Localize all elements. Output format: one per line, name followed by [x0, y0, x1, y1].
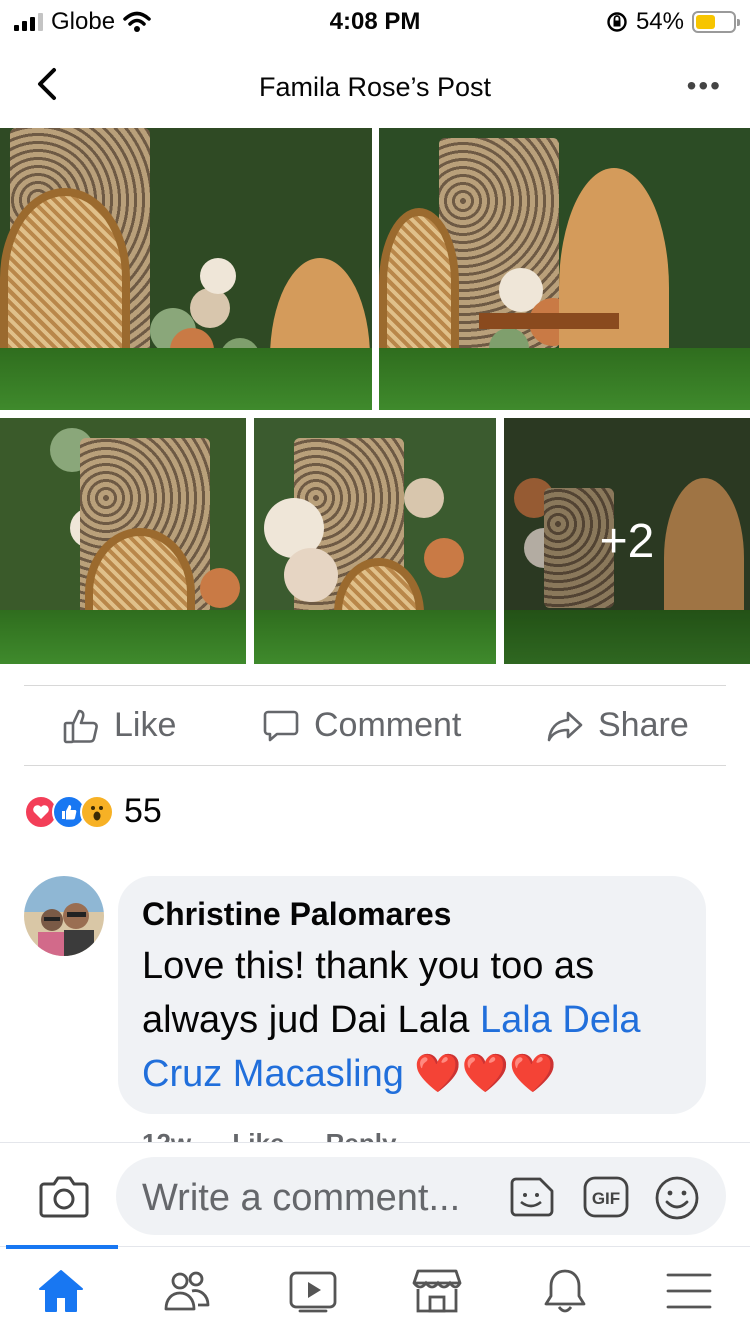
menu-icon[interactable] — [664, 1267, 714, 1315]
home-icon[interactable] — [36, 1267, 86, 1315]
battery-info: 54% — [606, 8, 740, 36]
thumbs-up-icon — [63, 709, 98, 743]
comment-reply-link[interactable]: Reply — [326, 1128, 397, 1142]
post-photo-4[interactable] — [254, 418, 496, 664]
share-button[interactable]: Share — [546, 706, 689, 745]
status-bar: Globe 4:08 PM 54% — [0, 0, 750, 44]
comment-placeholder: Write a comment... — [142, 1177, 461, 1219]
comment-bubble[interactable]: Christine Palomares Love this! thank you… — [118, 876, 706, 1114]
comment-text: Love this! thank you too as always jud D… — [142, 939, 682, 1101]
battery-icon — [692, 11, 740, 33]
more-options-button[interactable]: ••• — [687, 70, 722, 102]
notifications-icon[interactable] — [540, 1267, 590, 1315]
active-tab-indicator — [6, 1245, 118, 1249]
page-title: Famila Rose’s Post — [258, 72, 492, 102]
comment-input[interactable]: Write a comment... GIF — [116, 1157, 726, 1235]
comment-label: Comment — [314, 706, 462, 744]
divider-bottom — [24, 765, 726, 766]
comment-icon — [263, 710, 299, 741]
svg-text:GIF: GIF — [592, 1189, 620, 1208]
comment-time: 12w — [142, 1128, 191, 1142]
comment-composer: Write a comment... GIF — [0, 1142, 750, 1246]
post-photo-1[interactable] — [0, 128, 372, 410]
like-label: Like — [114, 706, 177, 744]
gif-icon[interactable]: GIF — [582, 1175, 630, 1219]
comment-author[interactable]: Christine Palomares — [142, 896, 682, 933]
rotation-lock-icon — [607, 12, 627, 32]
divider-top — [24, 685, 726, 686]
reaction-count: 55 — [124, 792, 162, 830]
post-photo-2[interactable] — [379, 128, 750, 410]
battery-level — [696, 15, 716, 29]
camera-icon[interactable] — [38, 1173, 90, 1219]
post-photo-5[interactable]: +2 — [504, 418, 750, 664]
comment-like-link[interactable]: Like — [232, 1128, 284, 1142]
like-button[interactable]: Like — [62, 706, 176, 745]
bottom-tab-bar — [0, 1245, 750, 1334]
wow-reaction-icon — [80, 794, 114, 829]
comment-meta: 12w Like Reply — [142, 1128, 430, 1142]
post-header: Famila Rose’s Post ••• — [0, 48, 750, 124]
reactions-summary[interactable]: 55 — [24, 792, 162, 831]
share-icon — [547, 711, 583, 741]
marketplace-icon[interactable] — [412, 1267, 462, 1315]
more-photos-count[interactable]: +2 — [504, 418, 750, 664]
battery-percent: 54% — [635, 8, 684, 35]
avatar[interactable] — [24, 876, 104, 956]
share-label: Share — [598, 706, 689, 744]
post-photo-3[interactable] — [0, 418, 246, 664]
emoji-icon[interactable] — [654, 1175, 700, 1221]
sticker-icon[interactable] — [508, 1175, 556, 1219]
post-actions: Like Comment Share — [0, 690, 750, 764]
friends-icon[interactable] — [162, 1267, 212, 1315]
heart-emoji: ❤️❤️❤️ — [403, 1053, 557, 1095]
comment-button[interactable]: Comment — [262, 706, 461, 745]
watch-icon[interactable] — [288, 1267, 338, 1315]
